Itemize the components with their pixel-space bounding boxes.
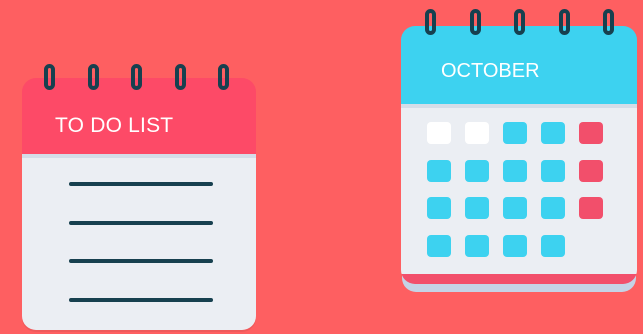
binder-ring bbox=[558, 9, 570, 35]
binder-ring bbox=[131, 64, 142, 90]
calendar-day-cell bbox=[541, 159, 565, 182]
binder-ring bbox=[469, 9, 481, 35]
binder-ring bbox=[174, 64, 186, 90]
calendar-day-cell bbox=[541, 234, 565, 257]
calendar-day-cell bbox=[427, 197, 451, 219]
todo-line bbox=[69, 297, 213, 302]
binder-ring bbox=[603, 9, 614, 35]
calendar-header: OCTOBER bbox=[401, 26, 637, 104]
calendar-day-cell bbox=[503, 159, 527, 182]
todo-line bbox=[69, 220, 213, 225]
calendar-day-cell bbox=[579, 159, 603, 182]
calendar-day-cell bbox=[503, 122, 527, 144]
october-calendar: OCTOBER bbox=[401, 9, 637, 292]
binder-ring bbox=[44, 64, 55, 90]
calendar-day-cell bbox=[541, 197, 565, 219]
calendar-day-cell bbox=[465, 234, 489, 257]
calendar-bottom-strip bbox=[401, 274, 637, 284]
calendar-day-cell bbox=[579, 197, 603, 219]
calendar-day-cell bbox=[503, 197, 527, 219]
calendar-day-cell bbox=[465, 197, 489, 219]
calendar-day-cell bbox=[579, 122, 603, 144]
binder-ring bbox=[425, 9, 436, 35]
binder-ring bbox=[218, 64, 229, 90]
calendar-page: OCTOBER bbox=[401, 26, 637, 284]
calendar-day-cell bbox=[427, 159, 451, 182]
todo-page: TO DO LIST bbox=[22, 78, 256, 330]
calendar-day-cell bbox=[465, 159, 489, 182]
binder-ring bbox=[87, 64, 99, 90]
calendar-day-cell bbox=[427, 234, 451, 257]
calendar-day-cell bbox=[541, 122, 565, 144]
todo-line bbox=[69, 259, 213, 263]
binder-ring bbox=[514, 9, 525, 35]
todo-list-notepad: TO DO LIST bbox=[22, 64, 256, 330]
todo-title: TO DO LIST bbox=[55, 114, 174, 137]
calendar-day-cell bbox=[427, 122, 451, 144]
calendar-day-cell bbox=[503, 234, 527, 257]
todo-line bbox=[69, 182, 213, 186]
calendar-month-title: OCTOBER bbox=[441, 60, 540, 82]
illustration-scene: TO DO LIST OCTOBER bbox=[0, 0, 643, 334]
calendar-day-cell bbox=[465, 122, 489, 144]
